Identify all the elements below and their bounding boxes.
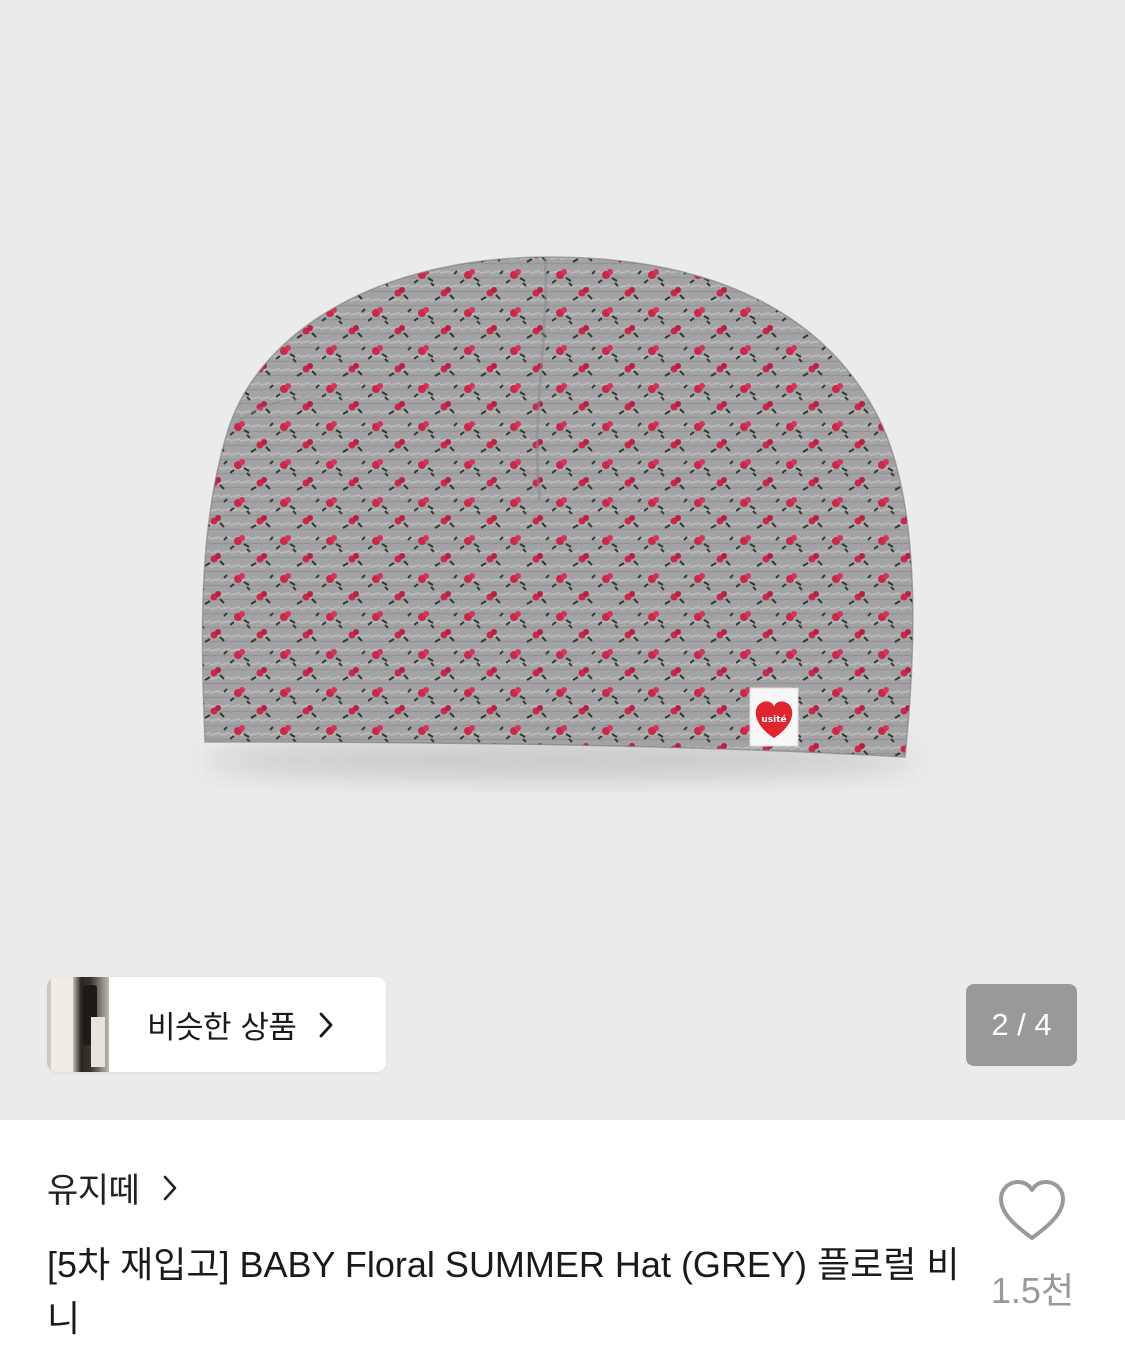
brand-name: 유지떼 bbox=[47, 1171, 140, 1211]
heart-outline-icon[interactable] bbox=[996, 1178, 1068, 1244]
hat-body bbox=[202, 256, 913, 757]
product-image-gallery[interactable]: usité 비슷한 상품 2 / 4 bbox=[0, 0, 1125, 1120]
chevron-right-icon bbox=[164, 1175, 177, 1200]
product-image[interactable]: usité bbox=[0, 0, 1125, 1120]
brand-tag: usité bbox=[749, 687, 799, 747]
brand-tag-text: usité bbox=[761, 714, 786, 725]
similar-products-label: 비슷한 상품 bbox=[147, 1010, 297, 1046]
chevron-right-icon bbox=[320, 1012, 333, 1037]
image-page-counter: 2 / 4 bbox=[966, 984, 1077, 1066]
brand-link[interactable]: 유지떼 bbox=[47, 1163, 179, 1212]
product-title: [5차 재입고] BABY Floral SUMMER Hat (GREY) 플… bbox=[47, 1244, 960, 1339]
similar-products-thumbnail bbox=[47, 977, 109, 1072]
similar-products-button[interactable]: 비슷한 상품 bbox=[47, 977, 386, 1072]
like-count: 1.5천 bbox=[990, 1270, 1075, 1311]
